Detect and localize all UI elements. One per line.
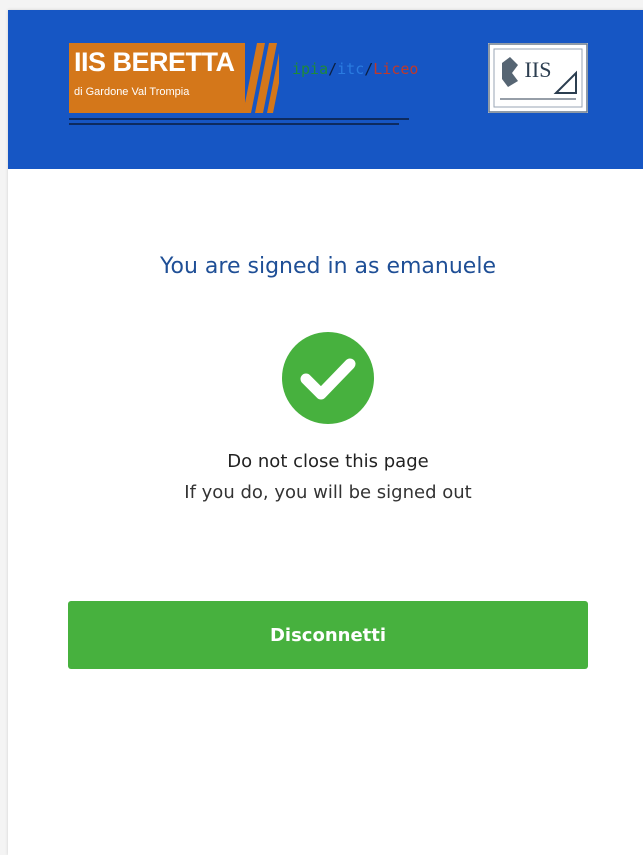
school-tagline: ipia/itc/Liceo — [292, 60, 418, 78]
tagline-separator: / — [364, 60, 374, 78]
iis-beretta-logo: IIS BERETTA di Gardone Val Trompia — [69, 43, 409, 125]
login-card: IIS BERETTA di Gardone Val Trompia ipia/… — [8, 10, 643, 855]
notice-subtitle: If you do, you will be signed out — [184, 482, 472, 503]
crest-text: IIS — [525, 57, 552, 82]
logo-subtitle: di Gardone Val Trompia — [74, 86, 190, 98]
iis-crest-logo: IIS — [488, 43, 588, 113]
signed-in-heading: You are signed in as emanuele — [160, 254, 496, 279]
logo-fine-print — [69, 115, 414, 129]
tagline-itc: itc — [337, 60, 365, 78]
check-circle-icon — [282, 332, 374, 424]
tagline-ipia: ipia — [292, 60, 329, 78]
disconnect-button[interactable]: Disconnetti — [68, 601, 588, 669]
tagline-separator: / — [328, 60, 338, 78]
tagline-liceo: Liceo — [373, 60, 419, 78]
logo-stripes-icon — [243, 43, 279, 113]
page: IIS BERETTA di Gardone Val Trompia ipia/… — [0, 0, 643, 855]
logo-title: IIS BERETTA — [74, 47, 235, 77]
header-banner: IIS BERETTA di Gardone Val Trompia ipia/… — [8, 10, 643, 169]
notice-title: Do not close this page — [227, 451, 429, 472]
logo-orange-box: IIS BERETTA di Gardone Val Trompia — [69, 43, 245, 113]
